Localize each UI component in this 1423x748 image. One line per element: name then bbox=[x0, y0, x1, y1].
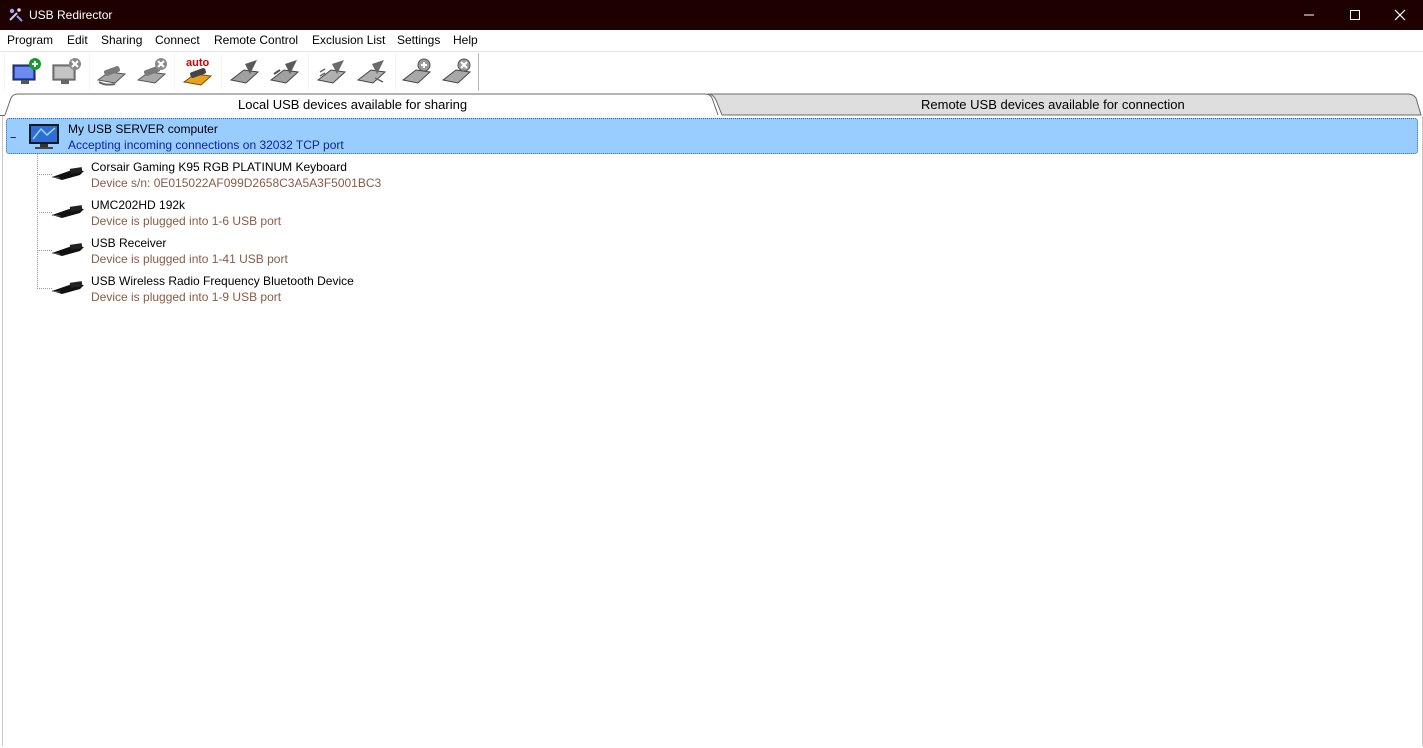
remove-remote-icon bbox=[441, 58, 472, 84]
remove-server-icon bbox=[52, 58, 81, 84]
toolbar-group-sharing bbox=[89, 53, 175, 91]
share-device-button[interactable] bbox=[95, 56, 129, 88]
menu-settings[interactable]: Settings bbox=[397, 33, 440, 47]
svg-text:auto: auto bbox=[186, 57, 210, 69]
menu-help[interactable]: Help bbox=[453, 33, 478, 47]
server-row[interactable]: − My USB SERVER computer Accepting incom… bbox=[6, 118, 1418, 154]
device-name: USB Receiver bbox=[91, 236, 167, 250]
collapse-toggle[interactable]: − bbox=[10, 133, 16, 144]
usb-plug-icon bbox=[51, 243, 84, 256]
device-info: Device is plugged into 1-6 USB port bbox=[91, 214, 282, 228]
menu-connect[interactable]: Connect bbox=[155, 33, 200, 47]
remove-server-button[interactable] bbox=[49, 56, 83, 88]
device-name: Corsair Gaming K95 RGB PLATINUM Keyboard bbox=[91, 160, 347, 174]
tab-remote-label: Remote USB devices available for connect… bbox=[921, 97, 1185, 112]
device-row[interactable]: UMC202HD 192k Device is plugged into 1-6… bbox=[3, 174, 1003, 230]
usb-redirector-app-icon bbox=[9, 8, 23, 22]
menu-exclusion-list[interactable]: Exclusion List bbox=[312, 33, 385, 47]
device-row[interactable]: USB Receiver Device is plugged into 1-41… bbox=[3, 212, 1003, 268]
computer-icon bbox=[29, 124, 59, 149]
device-info: Device s/n: 0E015022AF099D2658C3A5A3F500… bbox=[91, 176, 382, 190]
disconnect-device-button[interactable] bbox=[268, 56, 302, 88]
auto-share-button[interactable]: auto bbox=[181, 56, 215, 88]
maximize-icon bbox=[1350, 10, 1360, 20]
disconnect-device-icon bbox=[269, 60, 300, 84]
unshare-device-icon bbox=[136, 58, 167, 84]
menu-edit[interactable]: Edit bbox=[67, 33, 88, 47]
server-status: Accepting incoming connections on 32032 … bbox=[68, 138, 344, 152]
toolbar-group-connect bbox=[221, 53, 309, 91]
device-name: USB Wireless Radio Frequency Bluetooth D… bbox=[91, 274, 354, 288]
add-remote-button[interactable] bbox=[400, 56, 434, 88]
usb-plug-icon bbox=[51, 167, 84, 180]
connect-all-icon bbox=[316, 60, 347, 84]
title-bar: USB Redirector bbox=[0, 0, 1423, 30]
tab-strip: Local USB devices available for sharing … bbox=[0, 92, 1423, 116]
add-server-icon bbox=[12, 58, 41, 84]
toolbar-group-remote bbox=[395, 53, 479, 91]
tab-local-label: Local USB devices available for sharing bbox=[238, 97, 468, 112]
device-name: UMC202HD 192k bbox=[91, 198, 186, 212]
toolbar: auto bbox=[0, 51, 1423, 92]
toolbar-group-connect-all bbox=[308, 53, 396, 91]
device-row[interactable]: Corsair Gaming K95 RGB PLATINUM Keyboard… bbox=[3, 154, 1003, 192]
disconnect-all-button[interactable] bbox=[355, 56, 389, 88]
menu-remote-control[interactable]: Remote Control bbox=[214, 33, 298, 47]
usb-plug-icon bbox=[51, 205, 84, 218]
close-button[interactable] bbox=[1377, 0, 1423, 30]
add-server-button[interactable] bbox=[9, 56, 43, 88]
maximize-button[interactable] bbox=[1332, 0, 1378, 30]
add-remote-icon bbox=[401, 58, 432, 84]
device-info: Device is plugged into 1-41 USB port bbox=[91, 252, 288, 266]
disconnect-all-icon bbox=[356, 60, 387, 84]
device-tree: − My USB SERVER computer Accepting incom… bbox=[2, 116, 1423, 746]
tab-remote-usb-devices[interactable]: Remote USB devices available for connect… bbox=[720, 94, 1414, 115]
connect-device-icon bbox=[229, 60, 260, 84]
share-device-icon bbox=[96, 66, 127, 86]
toolbar-group-servers bbox=[4, 53, 90, 91]
auto-share-icon: auto bbox=[182, 57, 213, 86]
menu-sharing[interactable]: Sharing bbox=[101, 33, 142, 47]
toolbar-group-auto: auto bbox=[174, 53, 222, 91]
remove-remote-button[interactable] bbox=[440, 56, 474, 88]
device-row[interactable]: USB Wireless Radio Frequency Bluetooth D… bbox=[3, 250, 1003, 306]
minimize-button[interactable] bbox=[1286, 0, 1332, 30]
connect-all-button[interactable] bbox=[315, 56, 349, 88]
tab-local-usb-devices[interactable]: Local USB devices available for sharing bbox=[12, 94, 712, 115]
connect-device-button[interactable] bbox=[228, 56, 262, 88]
unshare-device-button[interactable] bbox=[135, 56, 169, 88]
window-title: USB Redirector bbox=[29, 8, 113, 22]
minimize-icon bbox=[1304, 14, 1314, 16]
usb-plug-icon bbox=[51, 281, 84, 294]
close-icon bbox=[1394, 9, 1406, 21]
server-name: My USB SERVER computer bbox=[68, 122, 218, 136]
device-info: Device is plugged into 1-9 USB port bbox=[91, 290, 282, 304]
menu-bar: Program Edit Sharing Connect Remote Cont… bbox=[0, 30, 1423, 50]
menu-program[interactable]: Program bbox=[7, 33, 53, 47]
